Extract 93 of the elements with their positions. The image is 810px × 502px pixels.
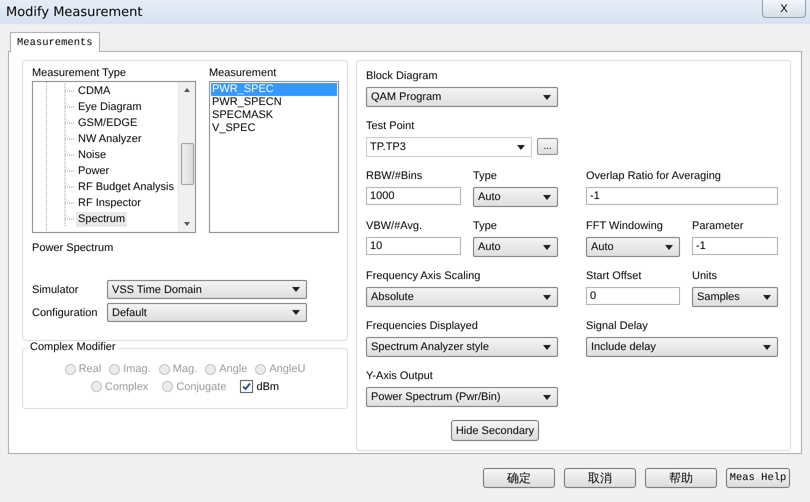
dropdown[interactable]: Auto — [473, 187, 558, 207]
option-label: Imag. — [123, 363, 151, 375]
caret-icon — [292, 287, 300, 292]
caret-icon — [543, 294, 551, 300]
window-title: Modify Measurement — [6, 4, 142, 20]
scroll-down-icon[interactable] — [183, 221, 191, 227]
list-label: Measurement Type — [32, 66, 127, 81]
tree-item[interactable]: CDMA — [76, 84, 112, 98]
tree-item[interactable]: RF Inspector — [76, 196, 143, 210]
caret-icon — [665, 244, 673, 250]
field-label: Units — [692, 269, 718, 284]
configuration-dropdown[interactable]: Default — [107, 303, 307, 322]
caret-icon — [543, 394, 551, 400]
field-label: RBW/#Bins — [366, 169, 424, 184]
tree-connector-icon — [64, 163, 76, 179]
option-label: Real — [78, 363, 102, 375]
field-label: Simulator — [32, 284, 80, 296]
field-label: Start Offset — [586, 269, 642, 284]
field-label: Frequency Axis Scaling — [366, 269, 482, 284]
list-item[interactable]: V_SPEC — [211, 122, 337, 135]
input-field[interactable]: -1 — [692, 237, 778, 255]
tree-connector-icon — [64, 99, 76, 115]
simulator-dropdown[interactable]: VSS Time Domain — [107, 280, 307, 299]
input-field[interactable]: 1000 — [366, 187, 461, 205]
tree-item[interactable]: NW Analyzer — [76, 132, 144, 146]
field-label: Type — [473, 219, 498, 234]
caret-icon — [543, 244, 551, 250]
field-label: VBW/#Avg. — [366, 219, 424, 234]
field-label: Signal Delay — [586, 319, 649, 334]
description-text: Power Spectrum — [32, 242, 114, 256]
dropdown[interactable]: Absolute — [366, 287, 558, 307]
browse-button[interactable]: ... — [537, 138, 558, 155]
caret-icon — [763, 344, 771, 350]
field-label: Parameter — [692, 219, 744, 234]
caret-icon — [292, 310, 300, 315]
option-label: dBm — [256, 380, 280, 392]
dialog-button[interactable]: 帮助 — [645, 468, 717, 488]
tree-connector-icon — [64, 115, 76, 131]
dropdown[interactable]: Power Spectrum (Pwr/Bin) — [366, 387, 558, 407]
option-label: Complex — [104, 380, 148, 392]
input-field[interactable]: 0 — [586, 287, 680, 305]
caret-icon — [543, 194, 551, 200]
hide-secondary-button[interactable]: Hide Secondary — [451, 420, 539, 441]
caret-icon — [517, 144, 525, 150]
tree-item[interactable]: RF Budget Analysis — [76, 180, 176, 194]
tree-connector-icon — [64, 131, 76, 147]
tree-item[interactable]: Power — [76, 164, 112, 178]
field-label: Configuration — [32, 306, 98, 318]
input-field[interactable]: -1 — [586, 187, 778, 205]
tree-item[interactable]: Eye Diagram — [76, 100, 144, 114]
field-label: Type — [473, 169, 498, 184]
field-label: Overlap Ratio for Averaging — [586, 169, 722, 184]
close-button[interactable]: X — [762, 0, 806, 18]
scrollbar[interactable] — [178, 82, 195, 232]
list-item[interactable]: PWR_SPECN — [211, 96, 337, 109]
scroll-up-icon[interactable] — [183, 87, 191, 93]
input-field[interactable]: 10 — [366, 237, 461, 255]
tree-item[interactable]: Noise — [76, 148, 108, 162]
option-label: Conjugate — [176, 380, 226, 392]
checkbox[interactable] — [240, 380, 254, 393]
field-label: Frequencies Displayed — [366, 319, 479, 334]
caret-icon — [763, 294, 771, 300]
dialog-button[interactable]: Meas Help — [726, 468, 790, 488]
field-label: Block Diagram — [366, 69, 439, 84]
tree-item[interactable]: GSM/EDGE — [76, 116, 140, 130]
tree-connector-icon — [64, 83, 76, 99]
tree-connector-icon — [64, 195, 76, 211]
tab[interactable]: Measurements — [10, 32, 100, 52]
field-label: Y-Axis Output — [366, 369, 434, 384]
field-label: Test Point — [366, 119, 416, 134]
field-label: FFT Windowing — [586, 219, 664, 234]
list-label: Measurement — [209, 66, 278, 81]
dropdown[interactable]: QAM Program — [366, 87, 558, 107]
option-label: Mag. — [172, 363, 198, 375]
dropdown[interactable]: Spectrum Analyzer style — [366, 337, 558, 357]
dropdown[interactable]: Samples — [692, 287, 778, 307]
list-item[interactable]: SPECMASK — [211, 109, 337, 122]
dialog-button[interactable]: 取消 — [564, 468, 636, 488]
option-label: AngleU — [269, 363, 306, 375]
group-title: Complex Modifier — [28, 341, 118, 353]
option-label: Angle — [219, 363, 248, 375]
tree-item[interactable]: Spectrum — [76, 212, 128, 226]
combo-box[interactable]: TP.TP3 — [366, 137, 532, 157]
tree-connector-icon — [64, 211, 76, 227]
tree-connector-icon — [64, 147, 76, 163]
dialog-button[interactable]: 确定 — [483, 468, 555, 488]
caret-icon — [543, 344, 551, 350]
dropdown[interactable]: Include delay — [586, 337, 778, 357]
tree-connector-icon — [64, 179, 76, 195]
dropdown[interactable]: Auto — [473, 237, 558, 257]
scroll-thumb[interactable] — [180, 143, 194, 185]
caret-icon — [543, 94, 551, 100]
dropdown[interactable]: Auto — [586, 237, 680, 257]
